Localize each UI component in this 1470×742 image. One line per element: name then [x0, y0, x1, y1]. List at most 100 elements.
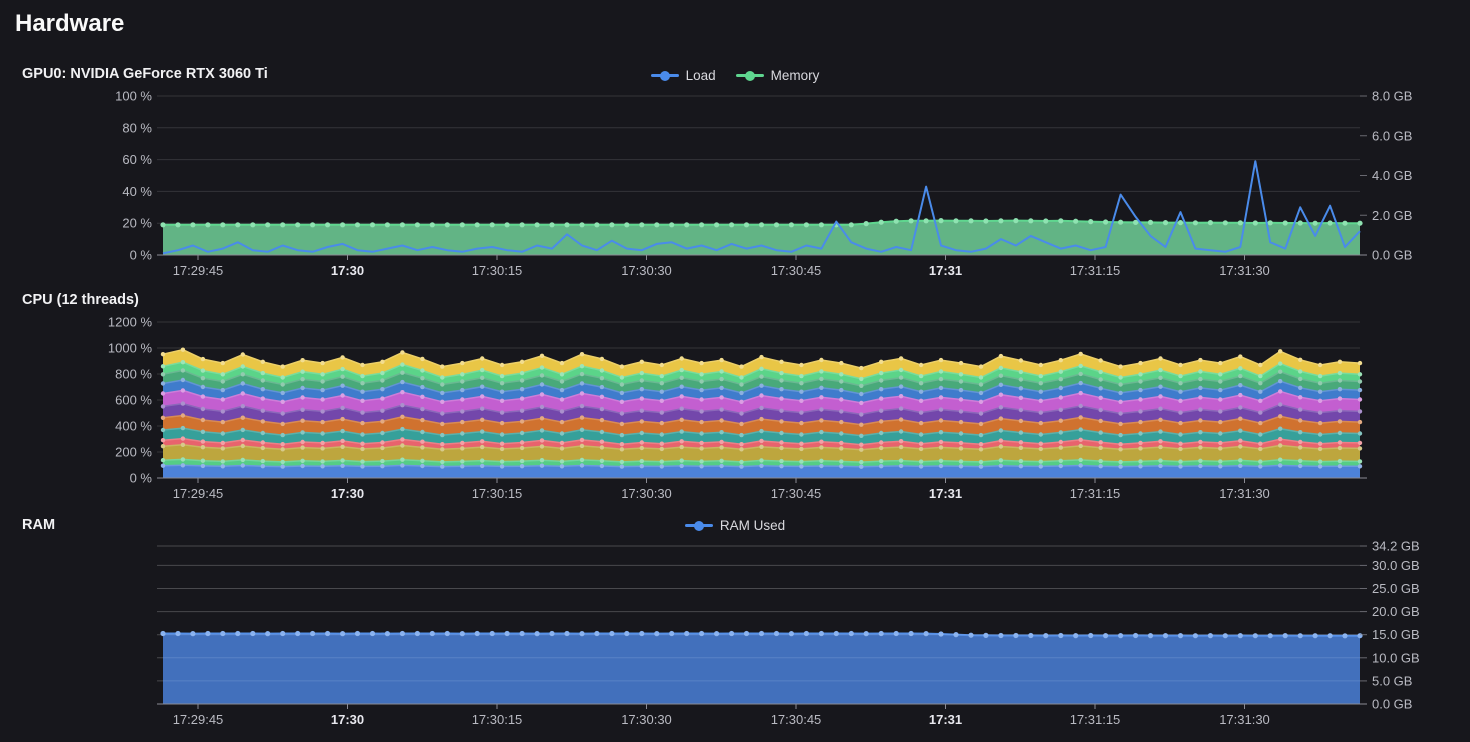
data-point	[1318, 363, 1322, 367]
data-point	[938, 218, 943, 223]
data-point	[300, 358, 304, 362]
data-point	[300, 408, 304, 412]
data-point	[440, 375, 444, 379]
data-point	[959, 441, 963, 445]
data-point	[560, 361, 564, 365]
data-point	[1198, 440, 1202, 444]
data-point	[998, 633, 1003, 638]
data-point	[1039, 390, 1043, 394]
data-point	[1342, 633, 1347, 638]
data-point	[1079, 427, 1083, 431]
data-point	[1238, 220, 1243, 225]
data-point	[1298, 418, 1302, 422]
data-point	[265, 222, 270, 227]
axis-tick-label: 17:31:15	[1070, 263, 1121, 278]
data-point	[1338, 440, 1342, 444]
data-point	[779, 387, 783, 391]
data-point	[280, 222, 285, 227]
data-point	[680, 418, 684, 422]
data-point	[564, 222, 569, 227]
data-point	[320, 446, 324, 450]
data-point	[1223, 220, 1228, 225]
data-point	[1258, 432, 1262, 436]
data-point	[939, 386, 943, 390]
data-point	[540, 405, 544, 409]
data-point	[221, 379, 225, 383]
data-point	[380, 371, 384, 375]
data-point	[380, 387, 384, 391]
data-point	[1178, 390, 1182, 394]
legend-label: Load	[686, 68, 716, 83]
data-point	[799, 390, 803, 394]
data-point	[879, 459, 883, 463]
data-point	[161, 391, 165, 395]
data-point	[1283, 220, 1288, 225]
data-point	[879, 631, 884, 636]
data-point	[939, 369, 943, 373]
data-point	[181, 463, 185, 467]
data-point	[979, 442, 983, 446]
data-point	[1178, 399, 1182, 403]
data-point	[1198, 430, 1202, 434]
data-point	[201, 464, 205, 468]
data-point	[1099, 430, 1103, 434]
data-point	[620, 391, 624, 395]
data-point	[190, 222, 195, 227]
data-point	[221, 459, 225, 463]
data-point	[520, 378, 524, 382]
data-point	[480, 418, 484, 422]
data-point	[261, 431, 265, 435]
data-point	[540, 438, 544, 442]
data-point	[1118, 464, 1122, 468]
data-point	[779, 419, 783, 423]
data-point	[1338, 409, 1342, 413]
data-point	[201, 418, 205, 422]
data-point	[1342, 221, 1347, 226]
data-point	[460, 379, 464, 383]
data-point	[241, 352, 245, 356]
axis-tick-label: 17:29:45	[173, 263, 224, 278]
data-point	[549, 222, 554, 227]
data-point	[819, 459, 823, 463]
data-point	[235, 631, 240, 636]
data-point	[1338, 360, 1342, 364]
data-point	[1079, 415, 1083, 419]
data-point	[161, 416, 165, 420]
data-point	[739, 375, 743, 379]
data-point	[281, 375, 285, 379]
data-point	[640, 409, 644, 413]
data-point	[669, 222, 674, 227]
data-point	[894, 631, 899, 636]
data-point	[540, 464, 544, 468]
legend-item-load[interactable]: Load	[651, 68, 716, 83]
data-point	[480, 376, 484, 380]
data-point	[201, 368, 205, 372]
legend-item-ram-used[interactable]: RAM Used	[685, 518, 785, 533]
data-point	[564, 631, 569, 636]
data-point	[1298, 459, 1302, 463]
data-point	[859, 412, 863, 416]
data-point	[1028, 633, 1033, 638]
data-point	[300, 440, 304, 444]
data-point	[839, 459, 843, 463]
data-point	[744, 222, 749, 227]
data-point	[400, 427, 404, 431]
data-point	[1278, 437, 1282, 441]
data-point	[819, 377, 823, 381]
data-point	[1193, 220, 1198, 225]
data-point	[600, 395, 604, 399]
legend-item-memory[interactable]: Memory	[736, 68, 820, 83]
data-point	[1019, 386, 1023, 390]
data-point	[1118, 375, 1122, 379]
data-point	[1283, 633, 1288, 638]
data-point	[799, 421, 803, 425]
data-point	[979, 433, 983, 437]
data-point	[680, 368, 684, 372]
data-point	[640, 446, 644, 450]
data-point	[380, 431, 384, 435]
data-point	[540, 444, 544, 448]
data-point	[500, 447, 504, 451]
data-point	[999, 416, 1003, 420]
data-point	[640, 360, 644, 364]
data-point	[1298, 464, 1302, 468]
